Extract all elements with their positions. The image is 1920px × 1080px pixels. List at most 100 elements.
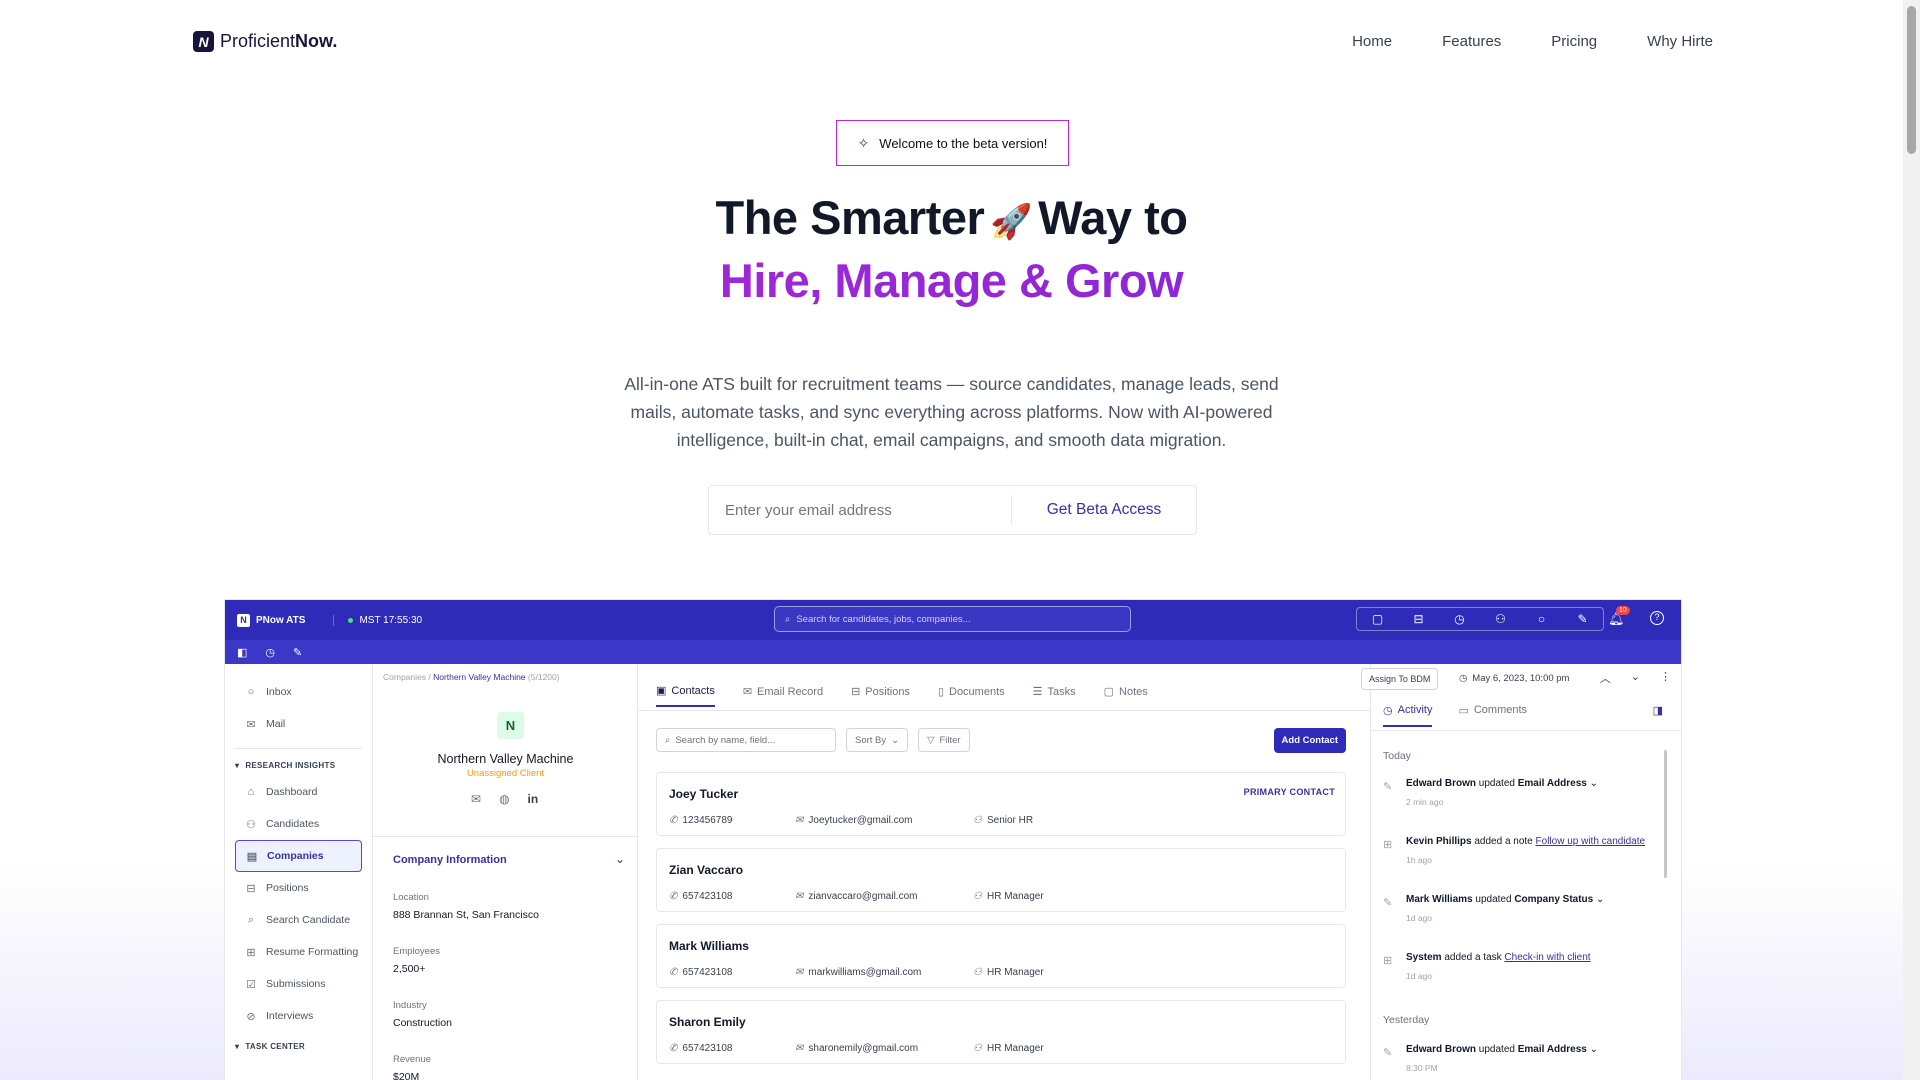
breadcrumb-root[interactable]: Companies [383,672,426,682]
role-icon: ⚇ [973,815,982,826]
sidebar-item-positions[interactable]: ⊟ Positions [235,872,362,904]
company-status: Unassigned Client [466,768,545,779]
search-user-icon: ⌕ [247,913,255,926]
get-beta-access-button[interactable]: Get Beta Access [1012,501,1196,519]
nav-why[interactable]: Why Hirte [1647,33,1713,50]
sort-by-dropdown[interactable]: Sort By ⌄ [846,728,909,752]
logo-mark-icon: N [193,31,214,52]
email-input[interactable] [709,501,1011,519]
alarm-icon[interactable]: ◷ [1439,612,1480,626]
tab-comments[interactable]: ▭ Comments [1458,704,1527,727]
chevron-up-icon[interactable]: ︿ [1600,670,1611,686]
chevron-down-icon[interactable]: ⌄ [1590,778,1598,789]
sidebar-item-interviews[interactable]: ⊘ Interviews [235,1000,362,1032]
tasks-icon: ☰ [1032,686,1043,698]
edit-icon[interactable]: ✎ [1562,612,1603,626]
note-icon: ▢ [1103,686,1115,698]
contact-card[interactable]: Joey Tucker PRIMARY CONTACT ✆ 123456789 ✉ J… [656,772,1346,836]
nav-features[interactable]: Features [1442,33,1501,50]
globe-icon[interactable]: ◍ [499,792,509,806]
edit-icon: ✎ [1383,1047,1393,1059]
day-label-today: Today [1383,750,1412,762]
sidebar-item-companies[interactable]: ▤ Companies [235,840,362,872]
phone-icon: ✆ [669,967,678,978]
edit-icon: ✎ [1383,897,1393,909]
contact-card[interactable]: Zian Vaccaro ✆ 657423108 ✉ zianvaccaro@gmai… [656,848,1346,912]
task-link[interactable]: Check-in with client [1504,952,1590,963]
app-search-input[interactable]: ⌕ Search for candidates, jobs, companies… [774,606,1131,632]
note-link[interactable]: Follow up with candidate [1536,836,1646,847]
section-task-center[interactable]: ▾ TASK CENTER [235,1042,362,1051]
tab-positions[interactable]: ⊟ Positions [851,684,910,707]
grid-icon: ⊞ [246,946,256,959]
activity-panel: Assign To BDM ◷ May 6, 2023, 10:00 pm ︿ ⌄… [1361,664,1681,1080]
clipboard-icon: ☑ [246,978,256,991]
detail-tabs: ▣ Contacts ✉ Email Record ⊟ Positions ▯ Docu… [656,684,1148,707]
search-icon: ⌕ [665,734,671,746]
email-icon[interactable]: ✉ [471,792,481,806]
sidebar-item-mail[interactable]: ✉ Mail [235,708,362,740]
brand-logo[interactable]: N ProficientNow. [193,31,337,52]
sidebar-item-submissions[interactable]: ☑ Submissions [235,968,362,1000]
contacts-panel: ▣ Contacts ✉ Email Record ⊟ Positions ▯ Docu… [638,664,1370,1080]
home-icon: ⌂ [247,786,255,798]
briefcase-icon[interactable]: ⊟ [1398,612,1439,626]
interview-icon: ⊘ [246,1010,256,1023]
chevron-down-icon[interactable]: ⌄ [615,852,625,866]
scrollbar-thumb[interactable] [1907,6,1916,154]
nav-home[interactable]: Home [1352,33,1392,50]
chevron-down-icon[interactable]: ⌄ [1590,1044,1598,1055]
nav-pricing[interactable]: Pricing [1551,33,1597,50]
notification-badge: 10 [1616,606,1630,615]
breadcrumb: Companies / Northern Valley Machine (5/1… [383,672,560,682]
tab-email-record[interactable]: ✉ Email Record [743,684,823,707]
more-icon[interactable]: ⋮ [1660,670,1671,686]
company-divider [373,836,637,837]
sidebar-item-inbox[interactable]: ○ Inbox [235,676,362,708]
chevron-down-icon[interactable]: ⌄ [1631,670,1640,686]
app-clock: MST 17:55:30 [333,614,422,626]
brand-name: ProficientNow. [220,31,338,51]
mail-icon: ✉ [795,967,804,978]
history-icon[interactable]: ◷ [265,646,275,659]
sidebar-item-dashboard[interactable]: ⌂ Dashboard [235,776,362,808]
filter-button[interactable]: ▽ Filter [918,728,970,752]
assign-to-bdm-button[interactable]: Assign To BDM [1361,668,1439,690]
help-icon[interactable]: ? [1650,611,1664,625]
field-location: Location 888 Brannan St, San Francisco [393,892,539,921]
breadcrumb-current[interactable]: Northern Valley Machine [433,672,525,682]
tab-activity[interactable]: ◷ Activity [1383,704,1433,727]
chevron-down-icon[interactable]: ⌄ [1596,894,1604,905]
compose-icon[interactable]: ✎ [293,646,302,659]
note-icon[interactable]: ▢ [1357,612,1398,626]
users-icon[interactable]: ⚇ [1480,612,1521,626]
hero-title-line1: The Smarter 🚀 Way to [715,191,1188,244]
tab-documents[interactable]: ▯ Documents [938,684,1005,707]
page-scrollbar[interactable] [1903,0,1920,1080]
section-research-insights[interactable]: ▾ RESEARCH INSIGHTS [235,761,362,770]
candidates-icon: ⚇ [246,818,256,831]
mail-icon: ✉ [795,1043,804,1054]
primary-contact-badge: PRIMARY CONTACT [1243,787,1335,797]
contact-card[interactable]: Mark Williams ✆ 657423108 ✉ markwilliams@gm… [656,924,1346,988]
panel-toggle-icon[interactable]: ◨ [1653,704,1663,717]
chat-icon[interactable]: ○ [1521,612,1562,626]
contact-card[interactable]: Sharon Emily ✆ 657423108 ✉ sharonemily@gmai… [656,1000,1346,1064]
sidebar-item-resume-formatting[interactable]: ⊞ Resume Formatting [235,936,362,968]
app-header: N PNow ATS MST 17:55:30 ⌕ Search for can… [225,600,1681,640]
tab-notes[interactable]: ▢ Notes [1104,684,1148,707]
company-info-heading[interactable]: Company Information [393,854,507,866]
tab-tasks[interactable]: ☰ Tasks [1033,684,1076,707]
app-brand: N PNow ATS [237,613,305,627]
activity-scrollbar[interactable] [1664,750,1667,878]
tab-contacts[interactable]: ▣ Contacts [656,684,715,707]
add-contact-button[interactable]: Add Contact [1273,728,1346,753]
linkedin-icon[interactable]: in [528,792,539,806]
filter-icon: ▽ [927,734,935,746]
sidebar-item-candidates[interactable]: ⚇ Candidates [235,808,362,840]
contact-search-input[interactable]: ⌕ Search by name, field... [656,728,836,752]
sidebar-item-search-candidate[interactable]: ⌕ Search Candidate [235,904,362,936]
briefcase-icon: ⊟ [851,686,861,698]
date-display: ◷ May 6, 2023, 10:00 pm [1459,673,1570,684]
sidebar-toggle-icon[interactable]: ◧ [237,646,247,659]
